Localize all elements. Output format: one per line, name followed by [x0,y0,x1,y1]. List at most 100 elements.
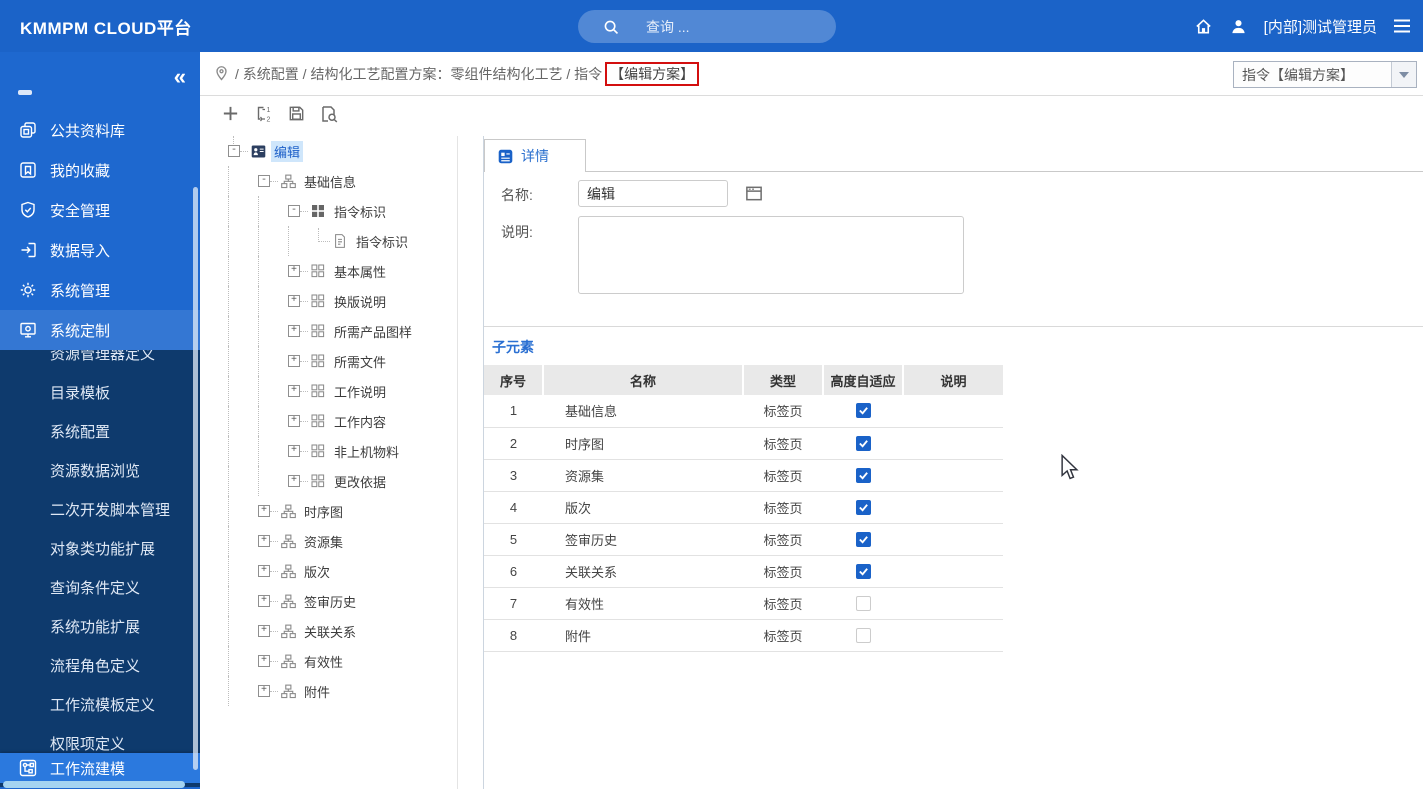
global-search-input[interactable]: 查询 ... [578,10,836,43]
height-fit-checkbox[interactable] [855,627,871,643]
tree-expander-plus[interactable]: + [288,295,300,307]
sidebar-item-0[interactable]: 公共资料库 [0,110,200,150]
table-row[interactable]: 1 基础信息 标签页 [484,395,1003,428]
save-button[interactable] [284,104,308,128]
tree-expander-plus[interactable]: + [288,445,300,457]
orgchart-icon [280,503,297,520]
table-row[interactable]: 4 版次 标签页 [484,491,1003,524]
submenu-item-2[interactable]: 系统配置 [0,412,200,451]
tree-expander-plus[interactable]: + [258,625,270,637]
tree-node-label[interactable]: 时序图 [301,501,346,522]
user-icon[interactable] [1229,17,1248,36]
sidebar-item-workflow-modeling[interactable]: 工作流建模 [0,753,200,783]
table-row[interactable]: 8 附件 标签页 [484,619,1003,652]
home-icon[interactable] [1194,17,1213,36]
submenu-item-3[interactable]: 资源数据浏览 [0,451,200,490]
tree-expander-plus[interactable]: + [288,415,300,427]
height-fit-checkbox[interactable] [855,563,871,579]
sidebar-item-5[interactable]: 系统定制 [0,310,200,350]
tree-node-label[interactable]: 指令标识 [353,231,411,252]
tree-node-label[interactable]: 资源集 [301,531,346,552]
sidebar-vertical-scrollbar[interactable] [193,187,198,770]
cell-desc [903,459,1003,492]
save-icon [287,104,306,128]
current-user-label[interactable]: [内部]测试管理员 [1264,16,1377,37]
sidebar-horizontal-scrollbar[interactable] [3,781,185,788]
description-textarea[interactable] [578,216,964,294]
tree-expander-minus[interactable]: - [288,205,300,217]
tree-expander-plus[interactable]: + [258,565,270,577]
submenu-item-4[interactable]: 二次开发脚本管理 [0,490,200,529]
cell-desc [903,587,1003,620]
tree-node-label[interactable]: 更改依据 [331,471,389,492]
breadcrumb-bar: / 系统配置 / 结构化工艺配置方案：零组件结构化工艺 / 指令 【编辑方案】 … [200,52,1423,96]
tree-expander-plus[interactable]: + [258,535,270,547]
tree-expander-plus[interactable]: + [288,325,300,337]
name-input[interactable] [578,180,728,207]
menu-icon[interactable] [1393,18,1411,34]
cell-desc [903,427,1003,460]
table-row[interactable]: 3 资源集 标签页 [484,459,1003,492]
view-selector-dropdown[interactable]: 指令【编辑方案】 [1233,61,1417,88]
height-fit-checkbox[interactable] [855,403,871,419]
tree-node-label[interactable]: 所需产品图样 [331,321,415,342]
sidebar-item-2[interactable]: 安全管理 [0,190,200,230]
tree-expander-minus[interactable]: - [228,145,240,157]
submenu-item-7[interactable]: 系统功能扩展 [0,607,200,646]
chevron-down-icon[interactable] [1391,62,1416,87]
tree-expander-plus[interactable]: + [258,685,270,697]
sidebar-item-1[interactable]: 我的收藏 [0,150,200,190]
tree-node-label[interactable]: 非上机物料 [331,441,402,462]
tree-node-label[interactable]: 有效性 [301,651,346,672]
tree-node-label[interactable]: 关联关系 [301,621,359,642]
submenu-item-1[interactable]: 目录模板 [0,373,200,412]
tree-expander-minus[interactable]: - [258,175,270,187]
height-fit-checkbox[interactable] [855,595,871,611]
breadcrumb-highlighted-segment[interactable]: 【编辑方案】 [605,61,700,86]
table-row[interactable]: 5 签审历史 标签页 [484,523,1003,556]
height-fit-checkbox[interactable] [855,499,871,515]
child-elements-section-title[interactable]: 子元素 [492,337,1423,357]
height-fit-checkbox[interactable] [855,531,871,547]
height-fit-checkbox[interactable] [855,435,871,451]
table-row[interactable]: 7 有效性 标签页 [484,587,1003,620]
tree-node-label[interactable]: 所需文件 [331,351,389,372]
tree-node-label[interactable]: 换版说明 [331,291,389,312]
table-row[interactable]: 2 时序图 标签页 [484,427,1003,460]
tree-expander-plus[interactable]: + [258,505,270,517]
tree-node-label[interactable]: 基础信息 [301,171,359,192]
tree-node-label[interactable]: 签审历史 [301,591,359,612]
tree-node-label[interactable]: 工作内容 [331,411,389,432]
submenu-item-5[interactable]: 对象类功能扩展 [0,529,200,568]
tree-node-label[interactable]: 编辑 [271,140,304,162]
tree-expander-plus[interactable]: + [288,475,300,487]
submenu-item-9[interactable]: 工作流模板定义 [0,685,200,724]
height-fit-checkbox[interactable] [855,467,871,483]
breadcrumb[interactable]: / 系统配置 / 结构化工艺配置方案：零组件结构化工艺 / 指令 [235,64,602,84]
sidebar-item-4[interactable]: 系统管理 [0,270,200,310]
tree-expander-plus[interactable]: + [288,385,300,397]
tree-expander-plus[interactable]: + [258,655,270,667]
window-picker-icon[interactable] [744,184,764,208]
cell-name: 资源集 [543,459,743,492]
tree-node-label[interactable]: 指令标识 [331,201,389,222]
submenu-item-8[interactable]: 流程角色定义 [0,646,200,685]
sidebar-item-label: 公共资料库 [50,122,126,140]
submenu-item-6[interactable]: 查询条件定义 [0,568,200,607]
table-row[interactable]: 6 关联关系 标签页 [484,555,1003,588]
tab-details[interactable]: 详情 [484,139,586,172]
tree-expander-plus[interactable]: + [288,355,300,367]
sidebar-item-3[interactable]: 数据导入 [0,230,200,270]
tree-node-label[interactable]: 基本属性 [331,261,389,282]
detail-tabbar: 详情 [484,139,1423,172]
order-button[interactable]: 12 [251,104,275,128]
tree-node-label[interactable]: 版次 [301,561,333,582]
tree-node-label[interactable]: 附件 [301,681,333,702]
add-button[interactable] [218,104,242,128]
sidebar-collapse-button[interactable]: « [174,66,186,88]
tree-expander-plus[interactable]: + [288,265,300,277]
tree-expander-plus[interactable]: + [258,595,270,607]
submenu-item-0[interactable]: 资源管理器定义 [0,350,200,373]
preview-button[interactable] [317,104,341,128]
tree-node-label[interactable]: 工作说明 [331,381,389,402]
